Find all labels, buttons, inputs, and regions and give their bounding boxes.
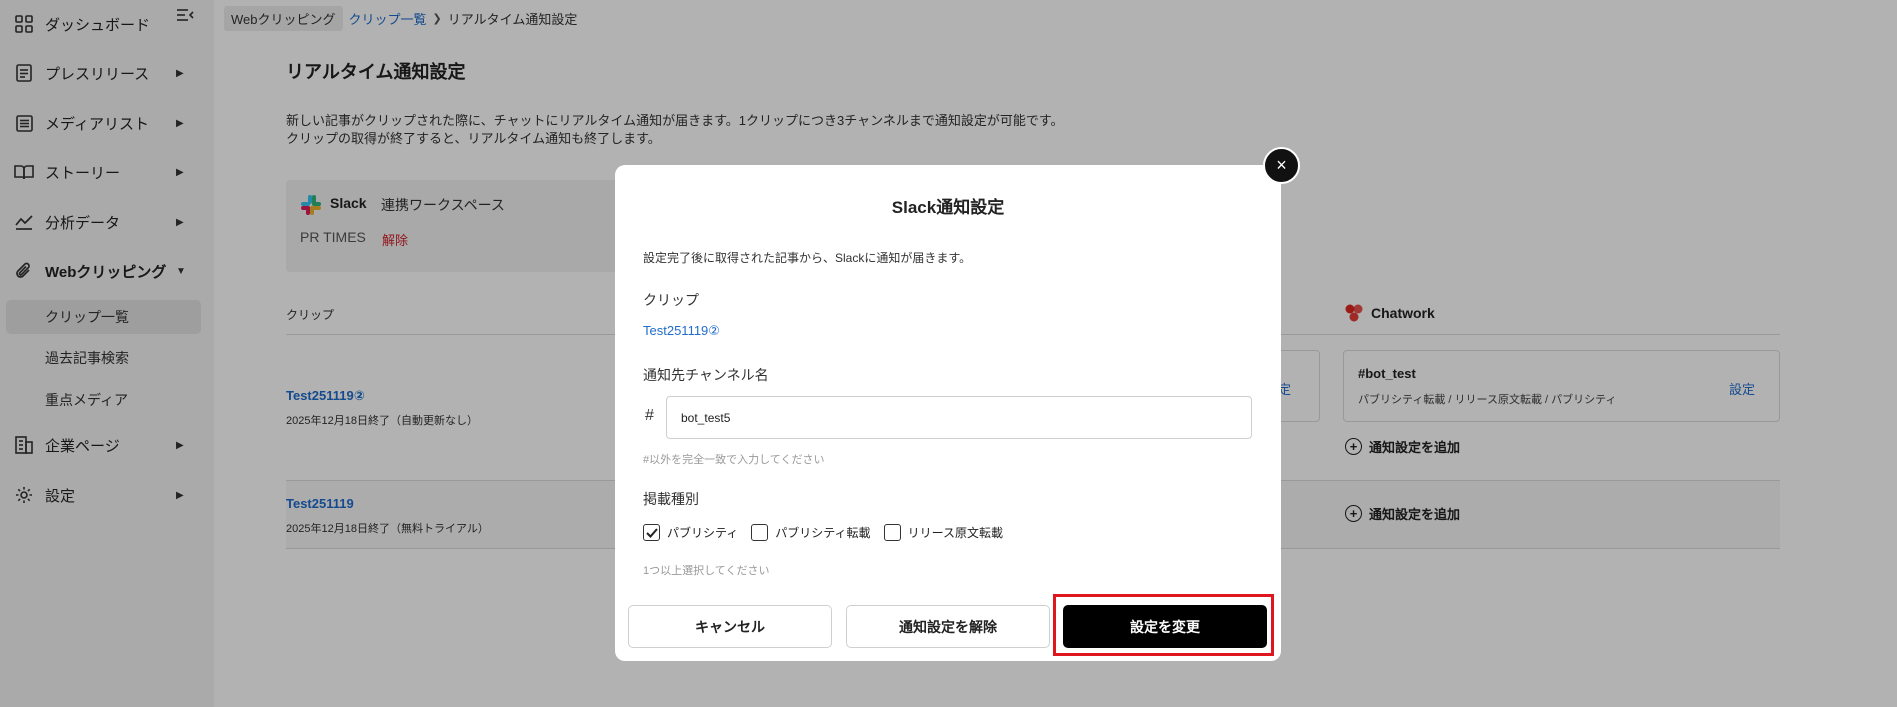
checkbox-label: リリース原文転載: [907, 526, 1003, 540]
clip-value-link[interactable]: Test251119②: [643, 323, 720, 339]
checkbox-checked-icon: [643, 524, 660, 541]
hash-prefix: #: [645, 407, 654, 424]
channel-label: 通知先チャンネル名: [643, 367, 769, 383]
channel-hint: #以外を完全一致で入力してください: [643, 454, 825, 466]
checkbox-label: パブリシティ: [667, 526, 739, 540]
remove-notification-button[interactable]: 通知設定を解除: [846, 605, 1050, 648]
type-hint: 1つ以上選択してください: [643, 565, 770, 577]
slack-notification-modal: Slack通知設定 設定完了後に取得された記事から、Slackに通知が届きます。…: [615, 165, 1281, 661]
close-icon[interactable]: ×: [1263, 147, 1300, 184]
cancel-button[interactable]: キャンセル: [628, 605, 832, 648]
checkbox-empty-icon: [883, 524, 901, 541]
highlight-box: [1053, 594, 1274, 656]
checkbox-empty-icon: [751, 524, 769, 541]
checkbox-release-reprint[interactable]: リリース原文転載: [883, 524, 1003, 541]
checkbox-publicity[interactable]: パブリシティ: [643, 524, 738, 541]
type-label: 掲載種別: [643, 491, 699, 507]
channel-name-input[interactable]: [666, 396, 1252, 439]
modal-title: Slack通知設定: [891, 198, 1005, 217]
type-checkbox-group: パブリシティ パブリシティ転載 リリース原文転載: [643, 524, 1016, 541]
modal-description: 設定完了後に取得された記事から、Slackに通知が届きます。: [643, 251, 972, 265]
clip-label: クリップ: [643, 292, 699, 308]
checkbox-label: パブリシティ転載: [775, 526, 871, 540]
checkbox-publicity-reprint[interactable]: パブリシティ転載: [751, 524, 871, 541]
